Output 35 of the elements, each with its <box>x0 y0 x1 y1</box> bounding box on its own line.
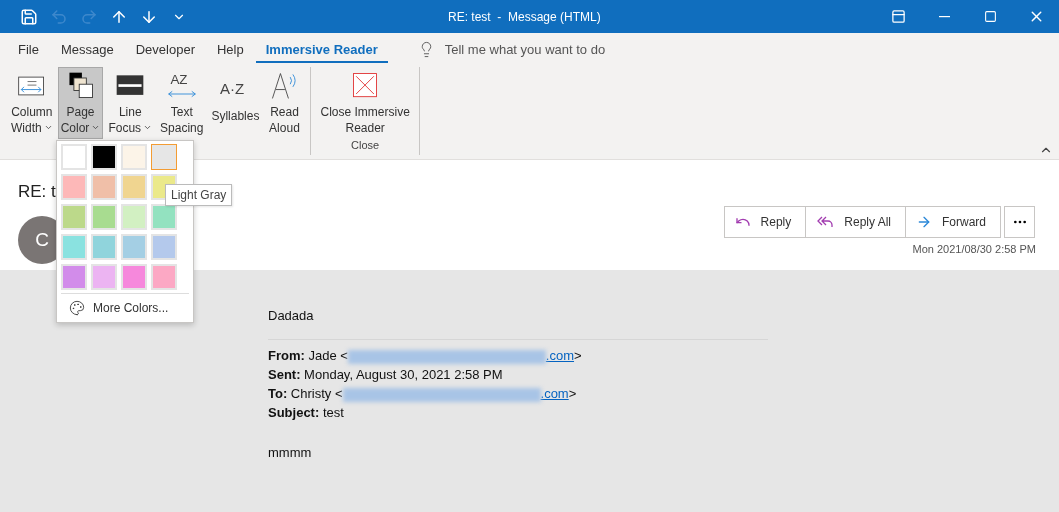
ribbon-button[interactable]: Line Focus <box>105 67 156 139</box>
more-actions-button[interactable] <box>1004 206 1035 238</box>
body-text: mmmm <box>268 444 313 462</box>
header-line: From: Jade < .com> <box>268 347 583 365</box>
tell-me-field[interactable]: Tell me what you want to do <box>442 40 663 58</box>
menu-tab[interactable]: File <box>8 35 49 63</box>
syllables-icon: A·Z <box>218 70 253 106</box>
maximize-icon <box>983 10 997 23</box>
ribbon-button[interactable]: Read Aloud <box>264 67 305 139</box>
tooltip: Light Gray <box>165 184 233 206</box>
ribbon-button[interactable]: Page Color <box>57 67 104 139</box>
menu-tab[interactable]: Help <box>206 35 254 63</box>
menu-tab[interactable]: Immersive Reader <box>255 35 388 63</box>
more-colors-item[interactable]: More Colors... <box>61 293 189 322</box>
menu-tab[interactable]: Developer <box>125 35 205 63</box>
ribbon-button[interactable]: A·Z Syllables <box>208 67 263 139</box>
header-line: Subject: test <box>268 404 345 422</box>
color-swatch[interactable] <box>151 144 177 170</box>
window-title: RE: test - Message (HTML) <box>447 9 602 24</box>
reply-all-icon <box>816 214 835 230</box>
menu-tab[interactable]: Message <box>50 35 124 63</box>
group-label: Close <box>350 139 381 151</box>
email-link[interactable]: .com <box>540 386 569 401</box>
message-subject: RE: t <box>18 182 56 202</box>
ribbon-button[interactable]: AZ Text Spacing <box>157 67 207 139</box>
ribbon-button[interactable]: Column Width <box>8 67 56 139</box>
palette-icon <box>69 300 85 316</box>
ribbon-button[interactable]: Close Immersive Reader <box>317 67 413 139</box>
minimize-icon <box>938 15 950 18</box>
ribbon-display-icon <box>890 9 906 24</box>
body-text: Dadada <box>268 307 315 325</box>
header-line: Sent: Monday, August 30, 2021 2:58 PM <box>268 366 504 384</box>
header-line: To: Christy < .com> <box>268 385 578 403</box>
email-link[interactable]: .com <box>545 348 575 363</box>
message-date: Mon 2021/08/30 2:58 PM <box>912 243 1036 255</box>
